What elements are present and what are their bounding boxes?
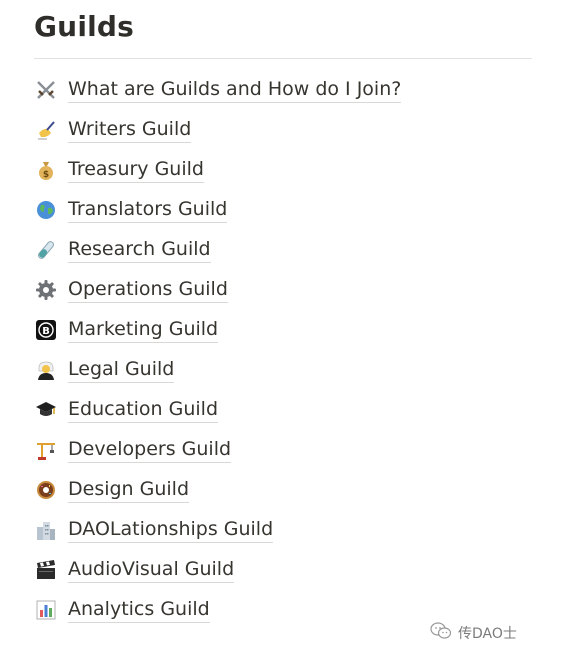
title-divider <box>34 58 532 59</box>
crossed-swords-icon <box>34 78 58 102</box>
guild-link-translators[interactable]: Translators Guild <box>34 190 401 230</box>
test-tube-icon <box>34 238 58 262</box>
wechat-icon <box>430 622 452 644</box>
guild-link-developers[interactable]: Developers Guild <box>34 430 401 470</box>
buildings-icon <box>34 518 58 542</box>
gear-icon <box>34 278 58 302</box>
money-bag-icon: $ <box>34 158 58 182</box>
guild-label: Developers Guild <box>68 437 232 463</box>
guild-link-design[interactable]: Design Guild <box>34 470 401 510</box>
guild-label: Analytics Guild <box>68 597 210 623</box>
guild-label: Treasury Guild <box>68 157 204 183</box>
guild-label: Translators Guild <box>68 197 228 223</box>
guild-label: Marketing Guild <box>68 317 219 343</box>
guild-list: What are Guilds and How do I Join? Write… <box>34 70 402 630</box>
judge-icon <box>34 358 58 382</box>
guild-label: Research Guild <box>68 237 211 263</box>
crane-icon <box>34 438 58 462</box>
guild-label: Education Guild <box>68 397 219 423</box>
guild-link-what-are-guilds[interactable]: What are Guilds and How do I Join? <box>34 70 402 110</box>
guild-link-writers[interactable]: Writers Guild <box>34 110 401 150</box>
graduation-cap-icon <box>34 398 58 422</box>
guild-label: Legal Guild <box>68 357 175 383</box>
guild-label: Design Guild <box>68 477 190 503</box>
guild-label: DAOLationships Guild <box>68 517 274 543</box>
svg-text:$: $ <box>43 170 49 180</box>
guild-link-audiovisual[interactable]: AudioVisual Guild <box>34 550 401 590</box>
clapper-board-icon <box>34 558 58 582</box>
guild-link-legal[interactable]: Legal Guild <box>34 350 401 390</box>
guild-link-operations[interactable]: Operations Guild <box>34 270 401 310</box>
guild-label: AudioVisual Guild <box>68 557 235 583</box>
svg-text:B: B <box>42 326 50 337</box>
guild-link-education[interactable]: Education Guild <box>34 390 401 430</box>
bar-chart-icon <box>34 598 58 622</box>
bitcoin-icon: B <box>34 318 58 342</box>
writing-hand-icon <box>34 118 58 142</box>
guild-label: Operations Guild <box>68 277 228 303</box>
donut-icon <box>34 478 58 502</box>
watermark-text: 传DAO士 <box>458 626 517 642</box>
guild-link-treasury[interactable]: $ Treasury Guild <box>34 150 401 190</box>
page-title: Guilds <box>34 10 135 43</box>
globe-icon <box>34 198 58 222</box>
guild-link-analytics[interactable]: Analytics Guild <box>34 590 401 630</box>
guild-link-marketing[interactable]: B Marketing Guild <box>34 310 401 350</box>
watermark: 传DAO士 <box>430 622 517 644</box>
guild-label: Writers Guild <box>68 117 192 143</box>
guild-link-daolationships[interactable]: DAOLationships Guild <box>34 510 401 550</box>
guild-link-research[interactable]: Research Guild <box>34 230 401 270</box>
guild-label: What are Guilds and How do I Join? <box>68 77 402 103</box>
